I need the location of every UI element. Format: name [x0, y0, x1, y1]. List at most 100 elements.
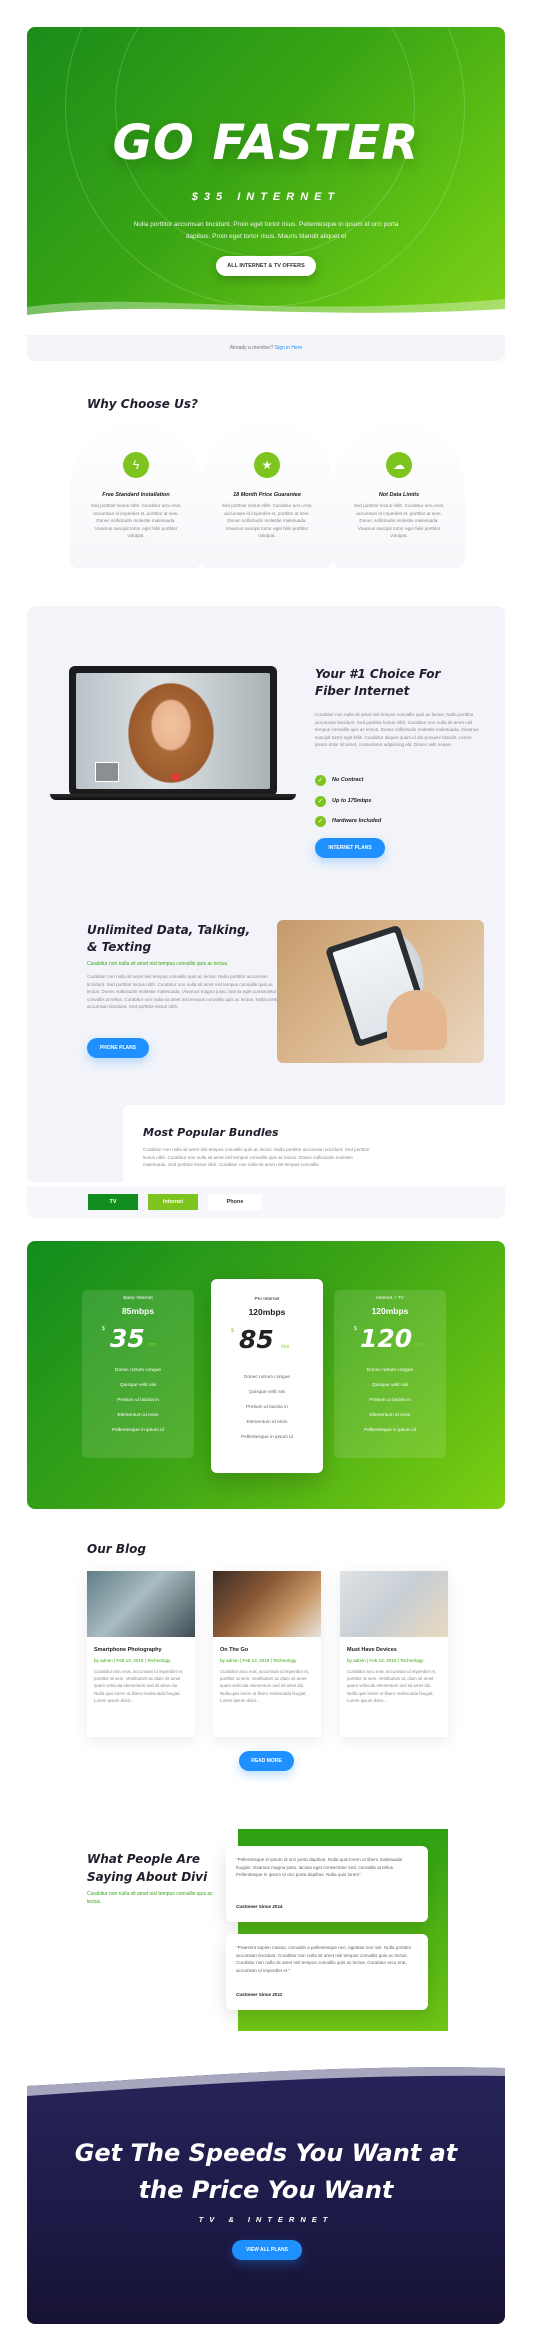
check-label: No Contract: [332, 777, 364, 783]
plan-speed: 120mbps: [248, 1307, 286, 1317]
cta-subtitle: TV & INTERNET: [198, 2215, 334, 2224]
star-icon: ★: [254, 452, 280, 478]
plan-name: Pro Internet: [254, 1297, 280, 1302]
tab-phone[interactable]: Phone: [208, 1194, 262, 1210]
testimonials-highlight: Curabitur non nulla sit amet nisl tempus…: [87, 1891, 213, 1905]
cta-title-line2: the Price You Want: [138, 2176, 394, 2204]
plan-card[interactable]: Internet + TV 120mbps $ 120 /mo Donec ru…: [334, 1290, 446, 1458]
plan-price: 85: [239, 1325, 274, 1354]
plan-price: 35: [110, 1324, 145, 1353]
post-excerpt: Curabitur arcu erat, accumsan id imperdi…: [220, 1669, 310, 1703]
post-title[interactable]: On The Go: [220, 1647, 248, 1653]
plan-feature: Donec rutrum congue: [366, 1368, 414, 1373]
testimonial-author: Customer Since 2011: [236, 1992, 283, 1997]
feature-card: ϟ Free Standard Installation Sed porttit…: [70, 420, 202, 568]
choice-title: Your #1 Choice For Fiber Internet: [315, 667, 441, 698]
phone-plans-button[interactable]: PHONE PLANS: [87, 1038, 149, 1058]
member-text: Already a member?: [229, 345, 274, 351]
plan-feature: Pretium ut lacinia in: [246, 1405, 288, 1410]
testimonial-text: "Pellentesque in ipsum id orci porta dap…: [236, 1857, 403, 1878]
plan-name: Basic Internet: [123, 1296, 153, 1301]
hero-section: GO FASTER $35 INTERNET Nulla porttitor a…: [27, 27, 505, 325]
currency-symbol: $: [354, 1326, 357, 1332]
plan-speed: 85mbps: [121, 1306, 155, 1316]
end-call-icon: [172, 773, 180, 781]
plan-card[interactable]: Basic Internet 85mbps $ 35 /mo Donec rut…: [82, 1290, 194, 1458]
plan-period: /mo: [414, 1342, 423, 1348]
choice-body: Curabitur non nulla sit amet nisl tempus…: [315, 712, 479, 748]
check-icon: ✓: [315, 775, 326, 786]
testimonial-author: Customer Since 2014: [236, 1904, 283, 1909]
page: { "hero": { "title": "GO FASTER", "subti…: [0, 0, 533, 2350]
blog-post[interactable]: Must Have Devices by admin | Feb 13, 201…: [340, 1571, 448, 1737]
plan-feature: Pellentesque in ipsum id: [241, 1435, 293, 1440]
post-image: [87, 1571, 195, 1637]
cta-section: Get The Speeds You Want at the Price You …: [27, 2060, 505, 2324]
blog-post[interactable]: On The Go by admin | Feb 13, 2019 | Tech…: [213, 1571, 321, 1737]
why-title: Why Choose Us?: [87, 397, 198, 411]
post-excerpt: Curabitur arcu erat, accumsan id imperdi…: [94, 1669, 184, 1703]
signin-link[interactable]: Sign in Here: [275, 345, 303, 351]
plan-period: /mo: [281, 1344, 290, 1350]
cta-top-wave: [27, 2060, 505, 2096]
feature-card: ★ 18 Month Price Guarantee Sed porttitor…: [201, 420, 333, 568]
plan-feature: Pretium ut lacinia in: [117, 1398, 159, 1403]
bundles-title: Most Popular Bundles: [143, 1126, 279, 1139]
bundles-body: Curabitur non nulla sit amet nisl tempus…: [143, 1147, 370, 1168]
tab-tv[interactable]: TV: [88, 1194, 138, 1210]
unlimited-highlight: Curabitur non nulla sit amet nisl tempus…: [87, 961, 229, 967]
bundle-tabs: TV Internet Phone: [27, 1186, 505, 1218]
plan-feature: Quisque velit nisi: [119, 1383, 157, 1388]
testimonial-card: "Praesent sapien massa, convallis a pell…: [226, 1934, 428, 2010]
hero-subtitle: $35 INTERNET: [191, 191, 341, 203]
check-icon: ✓: [315, 796, 326, 807]
plan-feature: Quisque velit nisi: [371, 1383, 409, 1388]
plan-feature: Pellentesque in ipsum id: [112, 1428, 164, 1433]
unlimited-body: Curabitur non nulla sit amet nisl tempus…: [87, 974, 287, 1010]
check-label: Up to 175mbps: [332, 798, 372, 804]
hero-wave: [27, 299, 505, 325]
feature-body: Sed porttitor lectus nibh. Curabitur arc…: [221, 503, 313, 538]
testimonial-card: "Pellentesque in ipsum id orci porta dap…: [226, 1846, 428, 1922]
plan-card-featured[interactable]: Pro Internet 120mbps $ 85 /mo Donec rutr…: [211, 1279, 323, 1473]
currency-symbol: $: [102, 1326, 105, 1332]
laptop-base: [50, 794, 296, 800]
internet-tv-offers-button[interactable]: ALL INTERNET & TV OFFERS: [216, 256, 316, 276]
internet-plans-button[interactable]: INTERNET PLANS: [315, 838, 385, 858]
hero-title: GO FASTER: [112, 115, 420, 171]
check-icon: ✓: [315, 816, 326, 827]
post-title[interactable]: Smartphone Photography: [94, 1647, 162, 1653]
post-title[interactable]: Must Have Devices: [347, 1647, 397, 1653]
post-excerpt: Curabitur arcu erat, accumsan id imperdi…: [347, 1669, 437, 1703]
video-call-thumbnail: [95, 762, 119, 782]
plan-feature: Quisque velit nisi: [248, 1390, 286, 1395]
post-image: [340, 1571, 448, 1637]
plan-feature: Elementum id enim: [369, 1413, 411, 1418]
laptop-screen: [69, 666, 277, 796]
read-more-button[interactable]: READ MORE: [239, 1751, 294, 1771]
testimonial-text: "Praesent sapien massa, convallis a pell…: [236, 1945, 412, 1973]
hand-shape: [387, 990, 447, 1050]
post-meta: by admin | Feb 13, 2019 | Technology: [220, 1658, 297, 1663]
cta-title: Get The Speeds You Want at the Price You …: [27, 2135, 505, 2209]
plan-feature: Donec rutrum congue: [243, 1375, 291, 1380]
feature-title: 18 Month Price Guarantee: [233, 492, 301, 498]
post-meta: by admin | Feb 13, 2019 | Technology: [94, 1658, 171, 1663]
unlimited-title: Unlimited Data, Talking, & Texting: [87, 923, 251, 954]
feature-title: Free Standard Installation: [102, 492, 170, 498]
post-meta: by admin | Feb 13, 2019 | Technology: [347, 1658, 424, 1663]
blog-post[interactable]: Smartphone Photography by admin | Feb 13…: [87, 1571, 195, 1737]
plan-feature: Elementum id enim: [117, 1413, 159, 1418]
laptop-image: [50, 666, 296, 806]
view-all-plans-button[interactable]: VIEW ALL PLANS: [232, 2240, 302, 2260]
plan-feature: Pretium ut lacinia in: [369, 1398, 411, 1403]
plan-feature: Pellentesque in ipsum id: [364, 1428, 416, 1433]
cta-title-line1: Get The Speeds You Want at: [74, 2139, 458, 2167]
tab-internet[interactable]: Internet: [148, 1194, 198, 1210]
plan-feature: Donec rutrum congue: [114, 1368, 162, 1373]
bolt-icon: ϟ: [123, 452, 149, 478]
plan-period: /mo: [148, 1342, 157, 1348]
plan-feature: Elementum id enim: [246, 1420, 288, 1425]
testimonials-title: What People Are Saying About Divi: [87, 1852, 208, 1884]
feature-body: Sed porttitor lectus nibh. Curabitur arc…: [90, 503, 182, 538]
